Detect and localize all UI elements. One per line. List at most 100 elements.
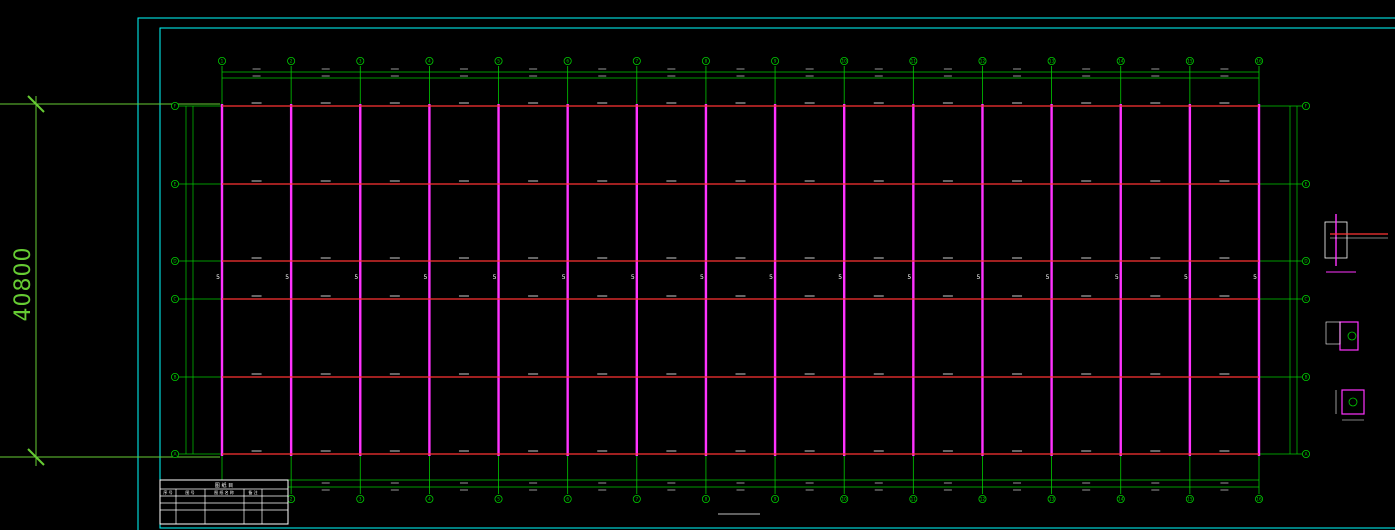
grid-bubble-x-14-bottom: 14 [1116, 494, 1125, 503]
grid-bubble-x-4-top: 4 [425, 57, 434, 66]
grid-bubble-label: 15 [1187, 59, 1193, 64]
grid-bubble-label: 7 [635, 59, 638, 64]
grid-bubble-x-14-top: 14 [1116, 57, 1125, 66]
grid-bubble-label: 8 [705, 497, 708, 502]
grid-bubble-x-4-bottom: 4 [425, 494, 434, 503]
grid-bubble-label: B [1305, 375, 1308, 380]
title-block-header: 图 纸 目 [215, 482, 233, 489]
grid-bubble-x-7-bottom: 7 [632, 494, 641, 503]
grid-bubble-label: E [174, 182, 177, 187]
grid-bubble-label: 14 [1118, 497, 1124, 502]
grid-bubble-label: E [1305, 182, 1308, 187]
title-block-col-2: 图 号 [185, 489, 194, 495]
bay-marker: 5 [838, 274, 842, 281]
grid-bubble-y-B-right: B [1302, 372, 1311, 381]
grid-bubble-y-E-left: E [170, 179, 179, 188]
grid-bubble-x-2-top: 2 [287, 57, 296, 66]
grid-bubble-label: D [173, 259, 176, 264]
bay-marker: 5 [1253, 274, 1257, 281]
grid-bubble-label: 5 [497, 59, 500, 64]
grid-bubble-y-C-left: C [170, 294, 179, 303]
grid-bubble-x-11-top: 11 [909, 57, 918, 66]
grid-bubble-y-B-left: B [170, 372, 179, 381]
grid-bubble-y-E-right: E [1302, 179, 1311, 188]
grid-bubble-label: 9 [774, 497, 777, 502]
bay-marker: 5 [1184, 274, 1188, 281]
grid-bubble-label: 13 [1049, 497, 1055, 502]
grid-bubble-label: 12 [980, 59, 986, 64]
bay-marker: 5 [977, 274, 981, 281]
grid-bubble-label: A [1305, 452, 1308, 457]
grid-bubble-label: 9 [774, 59, 777, 64]
bay-marker: 5 [1046, 274, 1050, 281]
grid-bubble-y-D-left: D [170, 256, 179, 265]
overall-dimension-label: 40800 [11, 247, 36, 322]
grid-bubble-label: C [174, 297, 177, 302]
grid-bubble-label: A [174, 452, 177, 457]
grid-bubble-label: 7 [635, 497, 638, 502]
grid-bubble-label: 16 [1256, 59, 1262, 64]
grid-bubble-x-3-bottom: 3 [356, 494, 365, 503]
grid-bubble-label: 13 [1049, 59, 1055, 64]
grid-bubble-label: 8 [705, 59, 708, 64]
grid-bubble-label: D [1304, 259, 1307, 264]
grid-bubble-y-C-right: C [1302, 294, 1311, 303]
grid-bubble-x-9-top: 9 [771, 57, 780, 66]
grid-bubble-label: 4 [428, 59, 431, 64]
grid-bubble-x-12-top: 12 [978, 57, 987, 66]
bay-marker: 5 [631, 274, 635, 281]
grid-bubble-label: 5 [497, 497, 500, 502]
grid-bubble-x-8-bottom: 8 [701, 494, 710, 503]
grid-bubble-x-10-top: 10 [840, 57, 849, 66]
grid-bubble-label: 6 [566, 59, 569, 64]
structural-plan-drawing: 40800 1122334455667788991010111112121313… [0, 0, 1395, 530]
grid-bubble-x-16-top: 16 [1255, 57, 1264, 66]
grid-bubble-x-11-bottom: 11 [909, 494, 918, 503]
grid-bubble-x-6-bottom: 6 [563, 494, 572, 503]
grid-bubble-y-A-right: A [1302, 449, 1311, 458]
grid-bubble-x-13-top: 13 [1047, 57, 1056, 66]
grid-bubble-label: C [1305, 297, 1308, 302]
grid-bubble-y-D-right: D [1302, 256, 1311, 265]
grid-bubble-label: 1 [221, 59, 224, 64]
grid-bubble-label: 3 [359, 497, 362, 502]
bay-marker: 5 [354, 274, 358, 281]
grid-bubble-label: 4 [428, 497, 431, 502]
bay-marker: 5 [1115, 274, 1119, 281]
grid-bubble-y-A-left: A [170, 449, 179, 458]
grid-bubble-x-10-bottom: 10 [840, 494, 849, 503]
grid-bubble-label: 3 [359, 59, 362, 64]
grid-bubble-x-5-top: 5 [494, 57, 503, 66]
title-block: 图 纸 目 序 号 图 号 图 纸 名 称 备 注 [159, 479, 289, 525]
grid-bubble-x-12-bottom: 12 [978, 494, 987, 503]
grid-bubble-x-7-top: 7 [632, 57, 641, 66]
grid-bubble-label: B [174, 375, 177, 380]
bay-marker: 5 [700, 274, 704, 281]
grid-bubble-x-2-bottom: 2 [287, 494, 296, 503]
grid-bubble-label: 2 [290, 497, 293, 502]
bay-marker: 5 [769, 274, 773, 281]
bay-marker: 5 [285, 274, 289, 281]
title-block-col-3: 图 纸 名 称 [214, 489, 234, 495]
grid-bubble-x-3-top: 3 [356, 57, 365, 66]
grid-bubble-label: 10 [842, 497, 848, 502]
grid-bubble-x-1-top: 1 [217, 57, 226, 66]
grid-bubble-label: 2 [290, 59, 293, 64]
title-block-col-1: 序 号 [163, 489, 172, 495]
grid-bubble-x-13-bottom: 13 [1047, 494, 1056, 503]
grid-bubble-y-F-right: F [1302, 102, 1311, 111]
bay-marker: 5 [423, 274, 427, 281]
grid-bubble-label: 10 [842, 59, 848, 64]
grid-bubble-y-F-left: F [170, 102, 179, 111]
grid-bubble-x-16-bottom: 16 [1255, 494, 1264, 503]
grid-bubble-x-15-top: 15 [1185, 57, 1194, 66]
bay-marker: 5 [907, 274, 911, 281]
grid-bubble-label: 16 [1256, 497, 1262, 502]
bay-marker: 5 [562, 274, 566, 281]
grid-bubble-x-8-top: 8 [701, 57, 710, 66]
grid-bubble-label: 6 [566, 497, 569, 502]
grid-bubble-x-9-bottom: 9 [771, 494, 780, 503]
bay-marker: 5 [493, 274, 497, 281]
grid-bubble-label: 11 [911, 497, 917, 502]
grid-bubble-label: 11 [911, 59, 917, 64]
